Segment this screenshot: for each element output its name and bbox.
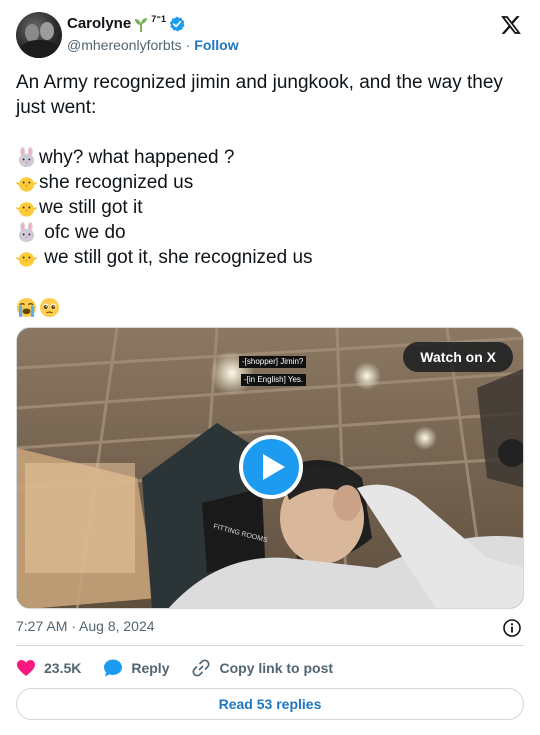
sprout-emoji-icon xyxy=(135,17,148,32)
reply-label: Reply xyxy=(131,660,170,676)
tweet-header: Carolyne 7⁼1 @mhereonlyforbts · Follow xyxy=(16,12,524,62)
tweet-line: An Army recognized jimin and jungkook, a… xyxy=(16,72,503,93)
tweet-timestamp[interactable]: 7:27 AM · Aug 8, 2024 xyxy=(16,618,155,634)
link-icon xyxy=(192,659,211,677)
read-replies-button[interactable]: Read 53 replies xyxy=(16,688,524,720)
bunny-emoji-icon xyxy=(18,147,35,168)
dialogue-line: she recognized us xyxy=(16,170,526,195)
handle-row: @mhereonlyforbts · Follow xyxy=(67,37,239,53)
reply-button[interactable]: Reply xyxy=(103,658,169,678)
chick-emoji-icon xyxy=(16,202,37,217)
chick-emoji-icon xyxy=(16,177,37,192)
author-handle[interactable]: @mhereonlyforbts xyxy=(67,37,182,53)
tweet-text: An Army recognized jimin and jungkook, a… xyxy=(16,70,526,320)
play-icon xyxy=(263,454,285,480)
heart-icon xyxy=(17,660,35,676)
pleading-face-emoji-icon xyxy=(39,297,60,318)
dialogue-text: we still got it xyxy=(39,197,143,218)
subtitle-line: -[in English] Yes. xyxy=(241,374,307,386)
reply-bubble-icon xyxy=(104,659,123,677)
name-suffix: 7⁼1 xyxy=(151,14,166,24)
dialogue-line: ofc we do xyxy=(16,220,526,245)
watch-on-x-button[interactable]: Watch on X xyxy=(403,342,513,372)
video-player[interactable]: FITTING ROOMS -[shopper] Jimin? -[in Eng… xyxy=(16,327,524,609)
like-count: 23.5K xyxy=(44,660,82,676)
bunny-emoji-icon xyxy=(18,222,35,243)
dialogue-line: we still got it xyxy=(16,195,526,220)
verified-badge-icon xyxy=(169,16,185,31)
dialogue-line: why? what happened ? xyxy=(16,145,526,170)
display-name[interactable]: Carolyne xyxy=(67,15,131,32)
action-bar: 23.5K Reply Copy link to post xyxy=(16,656,355,680)
chick-emoji-icon xyxy=(16,252,37,267)
follow-button[interactable]: Follow xyxy=(194,37,238,53)
dialogue-text: she recognized us xyxy=(39,172,194,193)
dialogue-line: we still got it, she recognized us xyxy=(16,245,526,270)
copy-link-label: Copy link to post xyxy=(219,660,334,676)
like-button[interactable]: 23.5K xyxy=(16,659,81,677)
avatar[interactable] xyxy=(16,12,62,58)
author-name-row: Carolyne 7⁼1 xyxy=(67,14,185,32)
reaction-emojis xyxy=(16,295,526,320)
dialogue-text: ofc we do xyxy=(39,222,126,243)
copy-link-button[interactable]: Copy link to post xyxy=(191,658,333,678)
handle-separator: · xyxy=(185,37,191,53)
x-logo-icon[interactable] xyxy=(500,14,522,36)
info-icon[interactable] xyxy=(502,618,522,638)
subtitle-line: -[shopper] Jimin? xyxy=(239,356,307,368)
loudly-crying-face-emoji-icon xyxy=(16,297,37,318)
dialogue-text: why? what happened ? xyxy=(39,147,235,168)
play-button[interactable] xyxy=(239,435,303,499)
divider xyxy=(16,645,524,646)
dialogue-text: we still got it, she recognized us xyxy=(39,247,313,268)
tweet-line: just went: xyxy=(16,97,97,118)
tweet-card: Carolyne 7⁼1 @mhereonlyforbts · Follow A… xyxy=(0,0,540,735)
